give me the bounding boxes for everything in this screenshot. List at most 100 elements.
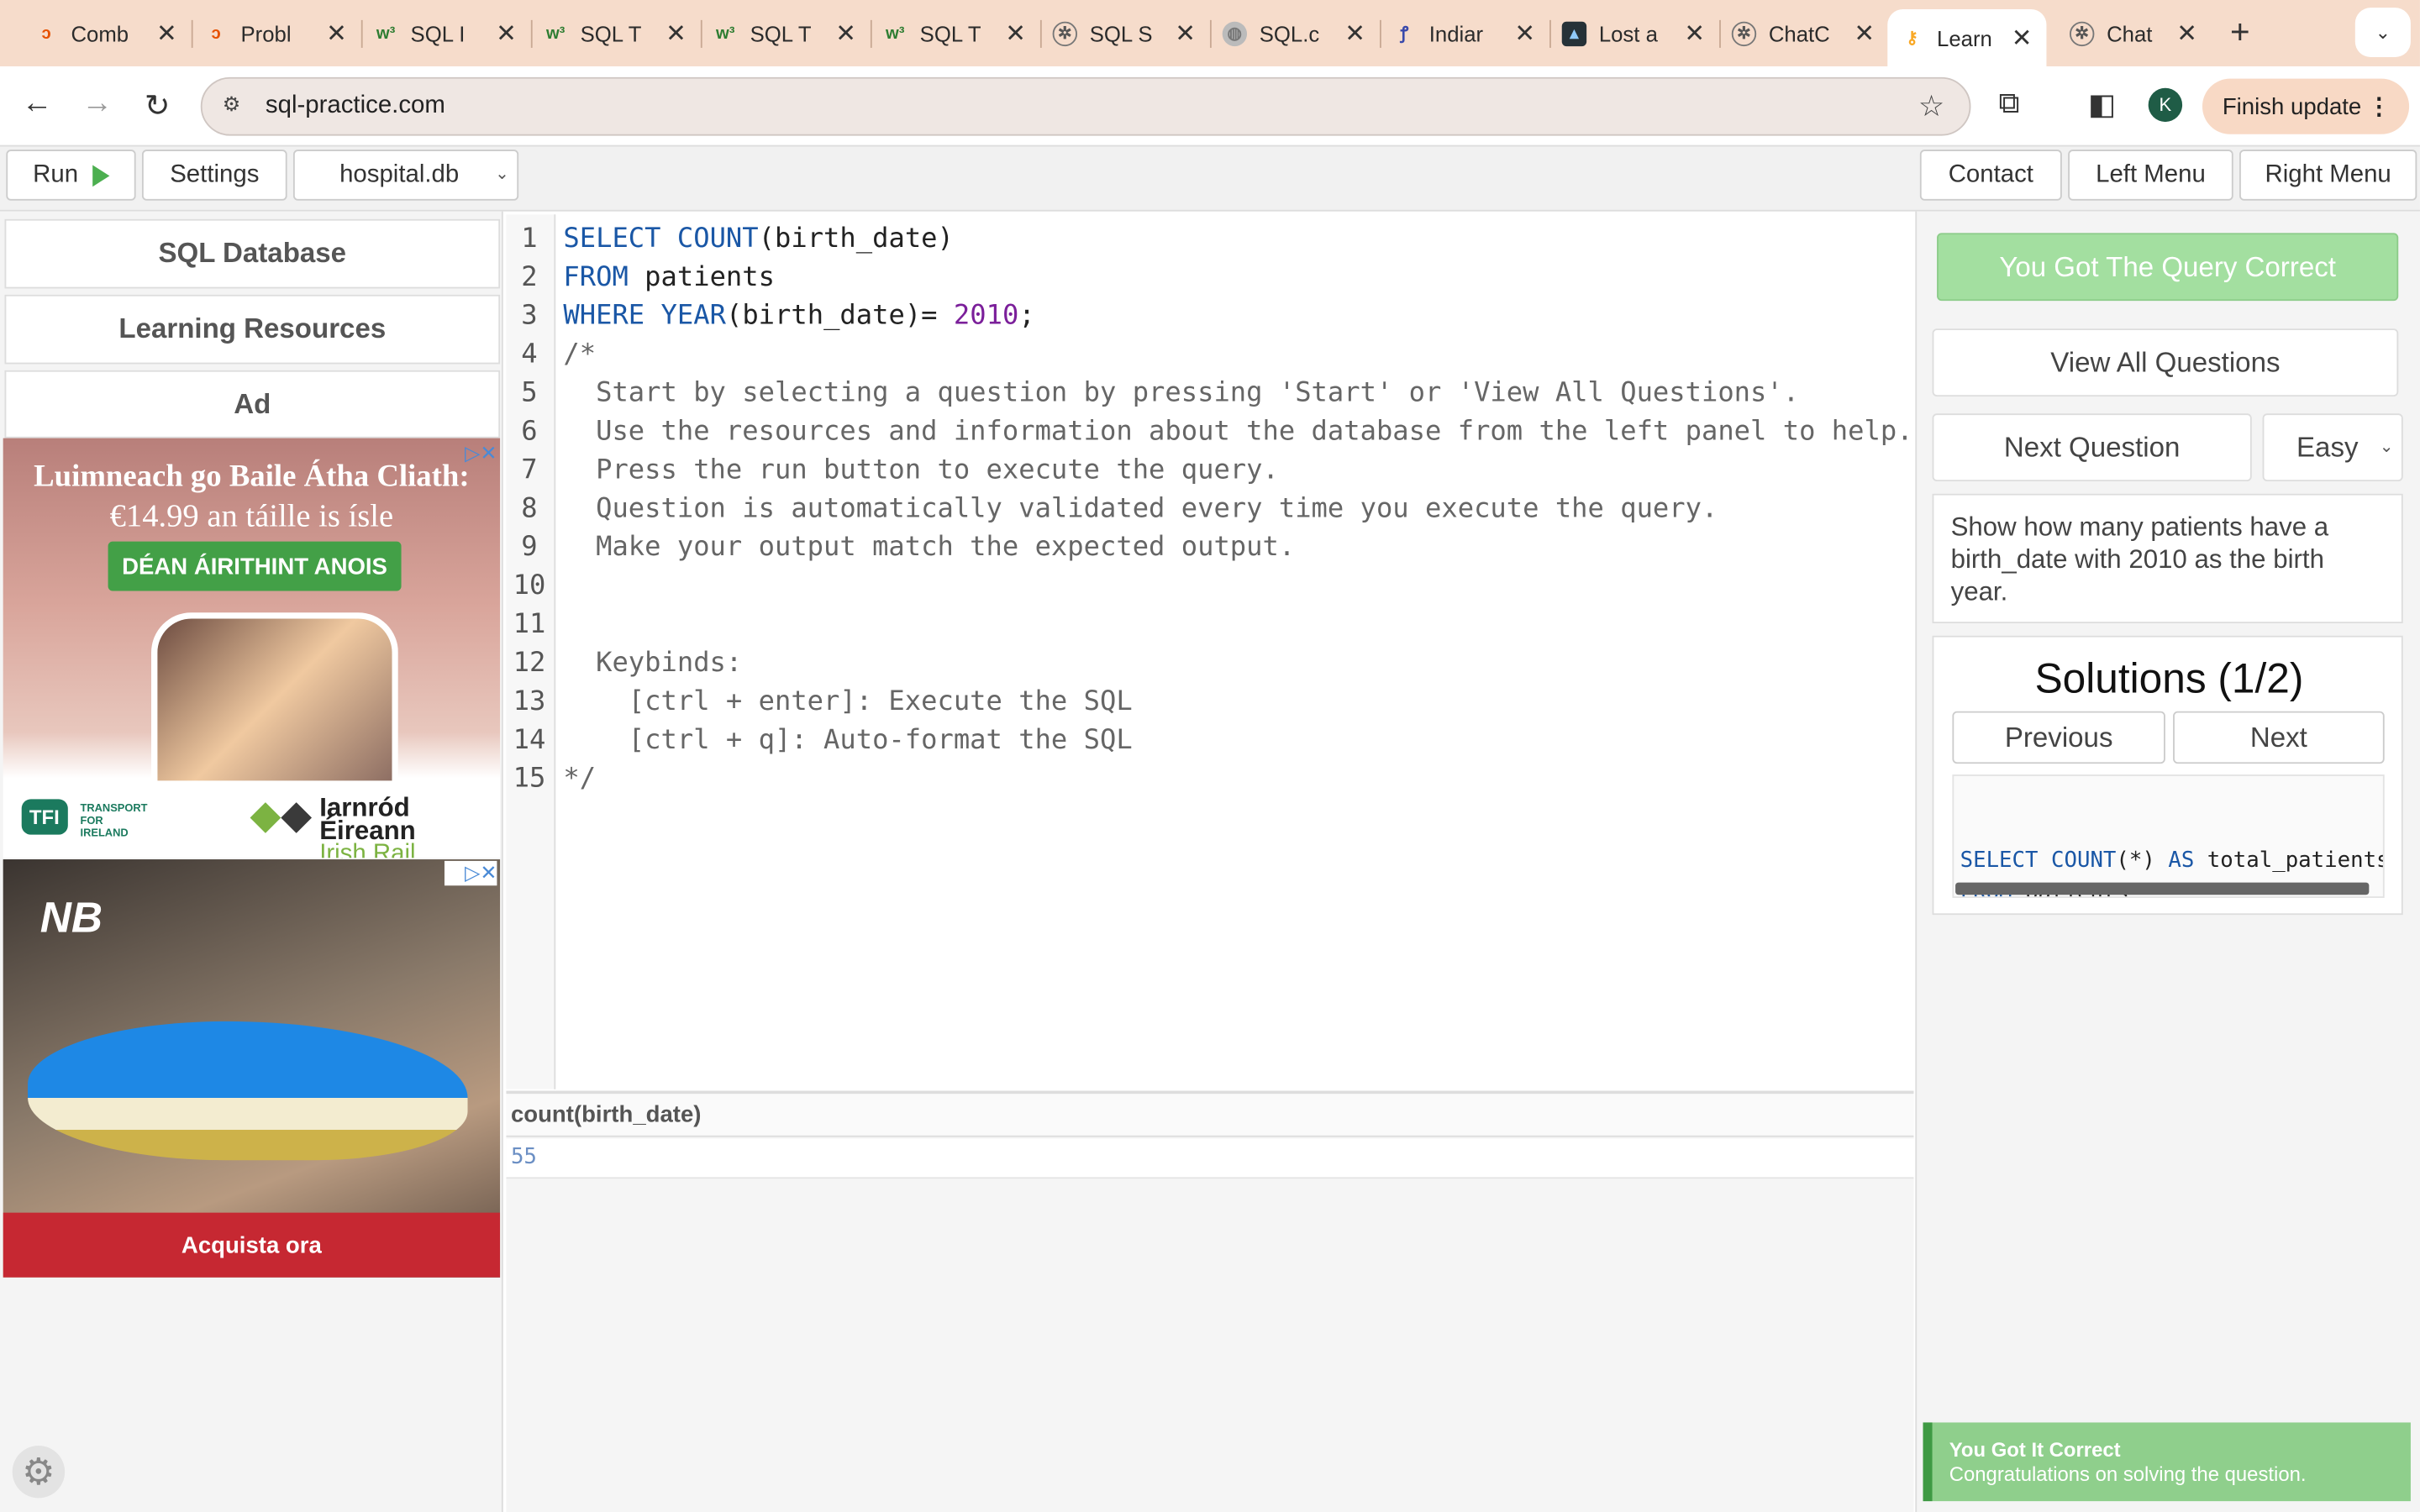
back-icon[interactable]: ← <box>17 87 57 122</box>
settings-button[interactable]: Settings <box>141 150 287 201</box>
close-icon[interactable]: ✕ <box>664 18 688 49</box>
ad-cta-button[interactable]: DÉAN ÁIRITHINT ANOIS <box>108 541 402 591</box>
code-line[interactable]: WHERE YEAR(birth_date)= 2010; <box>563 301 1034 332</box>
code-line[interactable]: [ctrl + q]: Auto-format the SQL <box>563 725 1133 756</box>
code-line[interactable]: [ctrl + enter]: Execute the SQL <box>563 686 1133 717</box>
line-number: 8 <box>521 493 538 525</box>
tab-label: Indiar <box>1428 20 1484 46</box>
code-line[interactable]: SELECT COUNT(birth_date) <box>563 223 953 255</box>
close-icon[interactable]: ✕ <box>1343 18 1367 49</box>
rail-name: Iarnród Éireann <box>319 793 416 846</box>
next-solution-button[interactable]: Next <box>2173 711 2385 764</box>
forward-icon[interactable]: → <box>77 87 118 122</box>
code-line[interactable]: Start by selecting a question by pressin… <box>563 378 1799 409</box>
close-icon[interactable]: ✕ <box>2175 18 2199 49</box>
tfi-text: TRANSPORT FOR IRELAND <box>80 803 148 840</box>
browser-tab[interactable]: ✲ SQL S ✕ <box>1040 9 1212 57</box>
side-panel-icon[interactable]: ◧ <box>2088 88 2116 123</box>
browser-tab[interactable]: ꝭ Indiar ✕ <box>1380 9 1551 57</box>
chatgpt-icon: ✲ <box>1731 20 1757 46</box>
next-question-button[interactable]: Next Question <box>1932 413 2252 482</box>
tfi-logo: TFI <box>21 799 67 835</box>
code-line[interactable]: FROM patients <box>563 262 775 293</box>
database-select[interactable]: hospital.db ⌄ <box>292 150 519 201</box>
close-icon[interactable]: ✕ <box>494 18 518 49</box>
line-number: 9 <box>521 532 538 564</box>
close-icon[interactable]: ✕ <box>1852 18 1876 49</box>
code-line[interactable]: Press the run button to execute the quer… <box>563 455 1279 486</box>
ad-buy-button[interactable]: Acquista ora <box>3 1212 501 1278</box>
browser-tab[interactable]: ✲ ChatC ✕ <box>1719 9 1889 57</box>
reload-icon[interactable]: ↻ <box>137 87 177 125</box>
ad-price: €14.99 an táille is ísle <box>109 496 394 534</box>
tab-label: Lost a <box>1598 20 1658 46</box>
address-bar[interactable]: ⚙ sql-practice.com ☆ <box>200 76 1971 136</box>
browser-tab-active[interactable]: ⚷ Learn ✕ <box>1887 9 2047 66</box>
tab-search-icon[interactable]: ⌄ <box>2354 8 2411 57</box>
tab-label: SQL T <box>919 20 981 46</box>
line-number: 7 <box>521 454 538 486</box>
contact-button[interactable]: Contact <box>1919 150 2062 201</box>
close-icon[interactable]: ✕ <box>1003 18 1028 49</box>
close-icon[interactable]: ✕ <box>1682 18 1707 49</box>
previous-solution-button[interactable]: Previous <box>1952 711 2165 764</box>
close-icon[interactable]: ✕ <box>324 18 349 49</box>
browser-tab[interactable]: w³ SQL T ✕ <box>531 9 702 57</box>
chatgpt-icon: ✲ <box>1052 20 1078 46</box>
close-icon[interactable]: ✕ <box>2009 23 2033 54</box>
w3schools-icon: w³ <box>886 24 905 43</box>
close-icon[interactable]: ✕ <box>1173 18 1197 49</box>
tab-label: SQL S <box>1089 20 1153 46</box>
line-number: 13 <box>513 686 546 718</box>
ad-photo <box>150 612 398 783</box>
sql-database-button[interactable]: SQL Database <box>4 218 501 289</box>
new-tab-icon[interactable]: + <box>2230 13 2250 53</box>
learning-resources-button[interactable]: Learning Resources <box>4 294 501 365</box>
difficulty-select[interactable]: Easy ⌄ <box>2262 413 2403 482</box>
tab-label: SQL T <box>750 20 812 46</box>
finish-update-button[interactable]: Finish update ⋮ <box>2202 78 2410 134</box>
close-icon[interactable]: ✕ <box>1512 18 1537 49</box>
line-number: 3 <box>521 301 538 332</box>
browser-tab[interactable]: ▴ Lost a ✕ <box>1549 9 1721 57</box>
ad-banner-shoe[interactable]: ▷✕ NB Acquista ora <box>3 859 501 1278</box>
profile-avatar[interactable]: K <box>2148 87 2183 123</box>
browser-tab[interactable]: ◍ SQL.c ✕ <box>1210 9 1381 57</box>
settings-gear-icon[interactable]: ⚙ <box>12 1445 66 1499</box>
browser-tab[interactable]: w³ SQL T ✕ <box>701 9 872 57</box>
screen: ↄ Comb ✕ ↄ Probl ✕ w³ SQL I ✕ w³ SQL T ✕ w³ SQL T… <box>0 0 2420 1512</box>
line-number: 4 <box>521 339 538 370</box>
question-text: Show how many patients have a birth_date… <box>1932 493 2403 624</box>
browser-tab[interactable]: ↄ Comb ✕ <box>22 9 193 57</box>
browser-tab[interactable]: w³ SQL T ✕ <box>871 9 1042 57</box>
code-line[interactable]: Use the resources and information about … <box>563 417 1912 448</box>
lost-icon: ▴ <box>1561 20 1587 46</box>
ad-banner-rail[interactable]: ▷✕ Luimneach go Baile Átha Cliath: €14.9… <box>3 438 501 858</box>
code-line[interactable]: Make your output match the expected outp… <box>563 533 1295 564</box>
close-icon[interactable]: ✕ <box>155 18 179 49</box>
view-all-questions-button[interactable]: View All Questions <box>1932 328 2399 397</box>
more-menu-icon[interactable]: ⋮ <box>2367 92 2391 120</box>
browser-tab[interactable]: w³ SQL I ✕ <box>361 9 533 57</box>
horizontal-scrollbar[interactable] <box>1955 882 2370 895</box>
bookmark-star-icon[interactable]: ☆ <box>1918 89 1944 124</box>
browser-tab[interactable]: ↄ Probl ✕ <box>192 9 363 57</box>
ad-close-icon[interactable]: ▷✕ <box>444 860 497 886</box>
solution-code-line: SELECT COUNT(*) AS total_patients <box>1960 848 2385 874</box>
code-line[interactable]: Question is automatically validated ever… <box>563 494 1718 525</box>
run-button[interactable]: Run <box>6 150 136 201</box>
left-menu-button[interactable]: Left Menu <box>2068 150 2233 201</box>
code-line[interactable]: Keybinds: <box>563 648 742 679</box>
browser-tab[interactable]: ✲ Chat ✕ <box>2057 9 2212 57</box>
code-line[interactable]: /* <box>563 339 596 370</box>
site-settings-icon[interactable]: ⚙ <box>218 92 245 120</box>
extensions-icon[interactable]: ⧉ <box>1999 88 2020 122</box>
codeforces-icon: ↄ <box>41 24 51 43</box>
close-icon[interactable]: ✕ <box>834 18 858 49</box>
w3schools-icon: w³ <box>715 24 735 43</box>
right-menu-button[interactable]: Right Menu <box>2239 150 2417 201</box>
code-line[interactable]: */ <box>563 764 596 795</box>
sql-editor[interactable]: 1 SELECT COUNT(birth_date) 2 FROM patients 3… <box>506 214 1914 1089</box>
globe-icon: ◍ <box>1222 20 1248 46</box>
chevron-down-icon: ⌄ <box>2379 438 2394 457</box>
